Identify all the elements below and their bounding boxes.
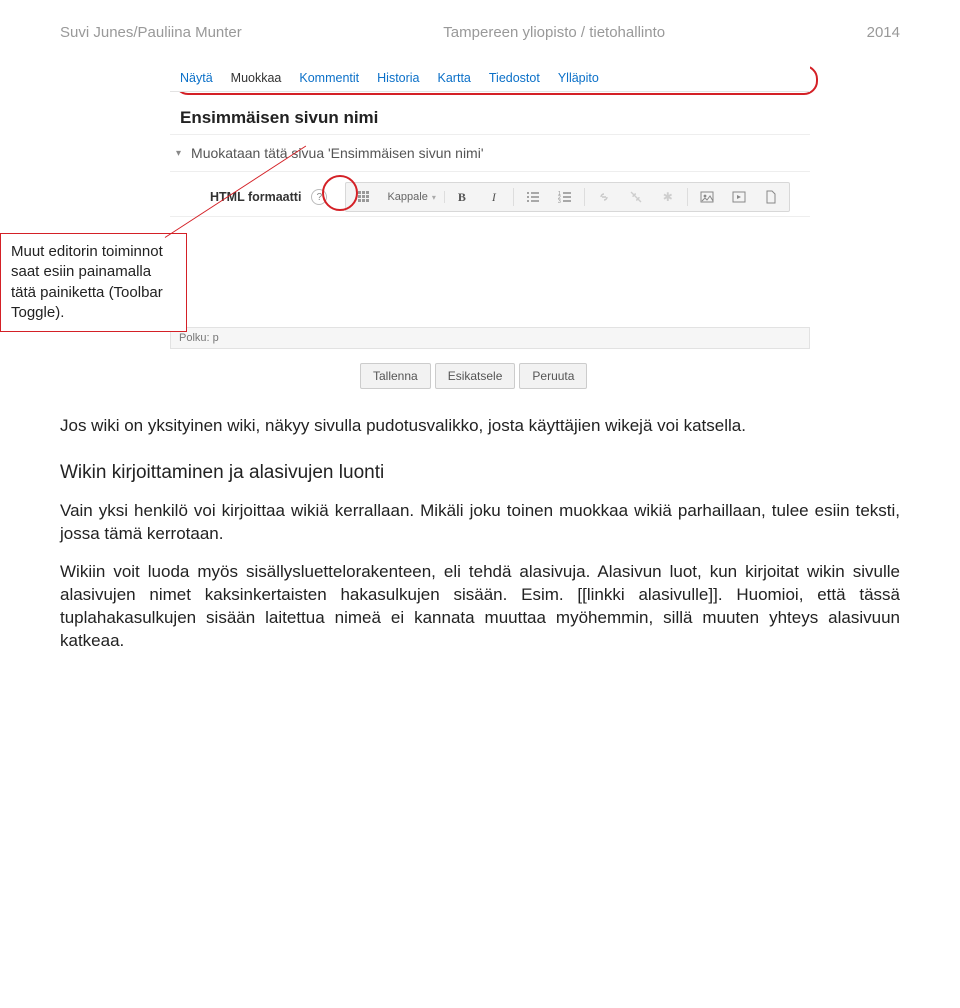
editor-path: Polku: p — [170, 327, 810, 349]
help-icon[interactable]: ? — [311, 189, 327, 205]
tab-files[interactable]: Tiedostot — [489, 71, 540, 85]
paragraph-one-editor: Vain yksi henkilö voi kirjoittaa wikiä k… — [60, 500, 900, 546]
separator — [687, 188, 688, 206]
header-org: Tampereen yliopisto / tietohallinto — [443, 24, 665, 41]
callout-toolbar-toggle: Muut editorin toiminnot saat esiin paina… — [0, 233, 187, 332]
anchor-icon[interactable]: ✱ — [653, 186, 683, 208]
save-button[interactable]: Tallenna — [360, 363, 431, 389]
paragraph-private-wiki: Jos wiki on yksityinen wiki, näkyy sivul… — [60, 415, 900, 438]
tab-admin[interactable]: Ylläpito — [558, 71, 599, 85]
bold-button[interactable]: B — [447, 186, 477, 208]
bullet-list-icon[interactable] — [518, 186, 548, 208]
tab-view[interactable]: Näytä — [180, 71, 213, 85]
wiki-page-title: Ensimmäisen sivun nimi — [170, 92, 810, 134]
editor-format-row: HTML formaatti ? Kappale B I 123 — [170, 172, 810, 216]
format-label: HTML formaatti — [210, 190, 301, 204]
section-label: Muokataan tätä sivua 'Ensimmäisen sivun … — [191, 145, 483, 161]
file-icon[interactable] — [756, 186, 786, 208]
numbered-list-icon[interactable]: 123 — [550, 186, 580, 208]
preview-button[interactable]: Esikatsele — [435, 363, 516, 389]
document-body: Jos wiki on yksityinen wiki, näkyy sivul… — [60, 415, 900, 653]
toolbar-toggle-icon[interactable] — [349, 186, 379, 208]
header-author: Suvi Junes/Pauliina Munter — [60, 24, 242, 41]
unlink-icon[interactable] — [621, 186, 651, 208]
image-icon[interactable] — [692, 186, 722, 208]
italic-button[interactable]: I — [479, 186, 509, 208]
editor-toolbar: Kappale B I 123 ✱ — [345, 182, 789, 212]
heading-writing-subpages: Wikin kirjoittaminen ja alasivujen luont… — [60, 460, 900, 486]
editor-content-area[interactable] — [170, 216, 810, 327]
separator — [513, 188, 514, 206]
tab-edit[interactable]: Muokkaa — [231, 71, 282, 85]
header-year: 2014 — [867, 24, 900, 41]
wiki-tabs: Näytä Muokkaa Kommentit Historia Kartta … — [170, 63, 810, 92]
tab-map[interactable]: Kartta — [438, 71, 471, 85]
media-icon[interactable] — [724, 186, 754, 208]
svg-text:3: 3 — [558, 199, 561, 204]
document-page: Suvi Junes/Pauliina Munter Tampereen yli… — [0, 0, 960, 709]
tab-history[interactable]: Historia — [377, 71, 419, 85]
editor-actions: Tallenna Esikatsele Peruuta — [170, 349, 810, 395]
wiki-editor-screenshot: Näytä Muokkaa Kommentit Historia Kartta … — [170, 63, 810, 395]
paragraph-style-select[interactable]: Kappale — [381, 191, 444, 203]
doc-header: Suvi Junes/Pauliina Munter Tampereen yli… — [60, 24, 900, 41]
editing-section-heading[interactable]: Muokataan tätä sivua 'Ensimmäisen sivun … — [170, 134, 810, 172]
paragraph-subpages: Wikiin voit luoda myös sisällysluettelor… — [60, 561, 900, 653]
link-icon[interactable] — [589, 186, 619, 208]
cancel-button[interactable]: Peruuta — [519, 363, 587, 389]
tab-comments[interactable]: Kommentit — [299, 71, 359, 85]
separator — [584, 188, 585, 206]
